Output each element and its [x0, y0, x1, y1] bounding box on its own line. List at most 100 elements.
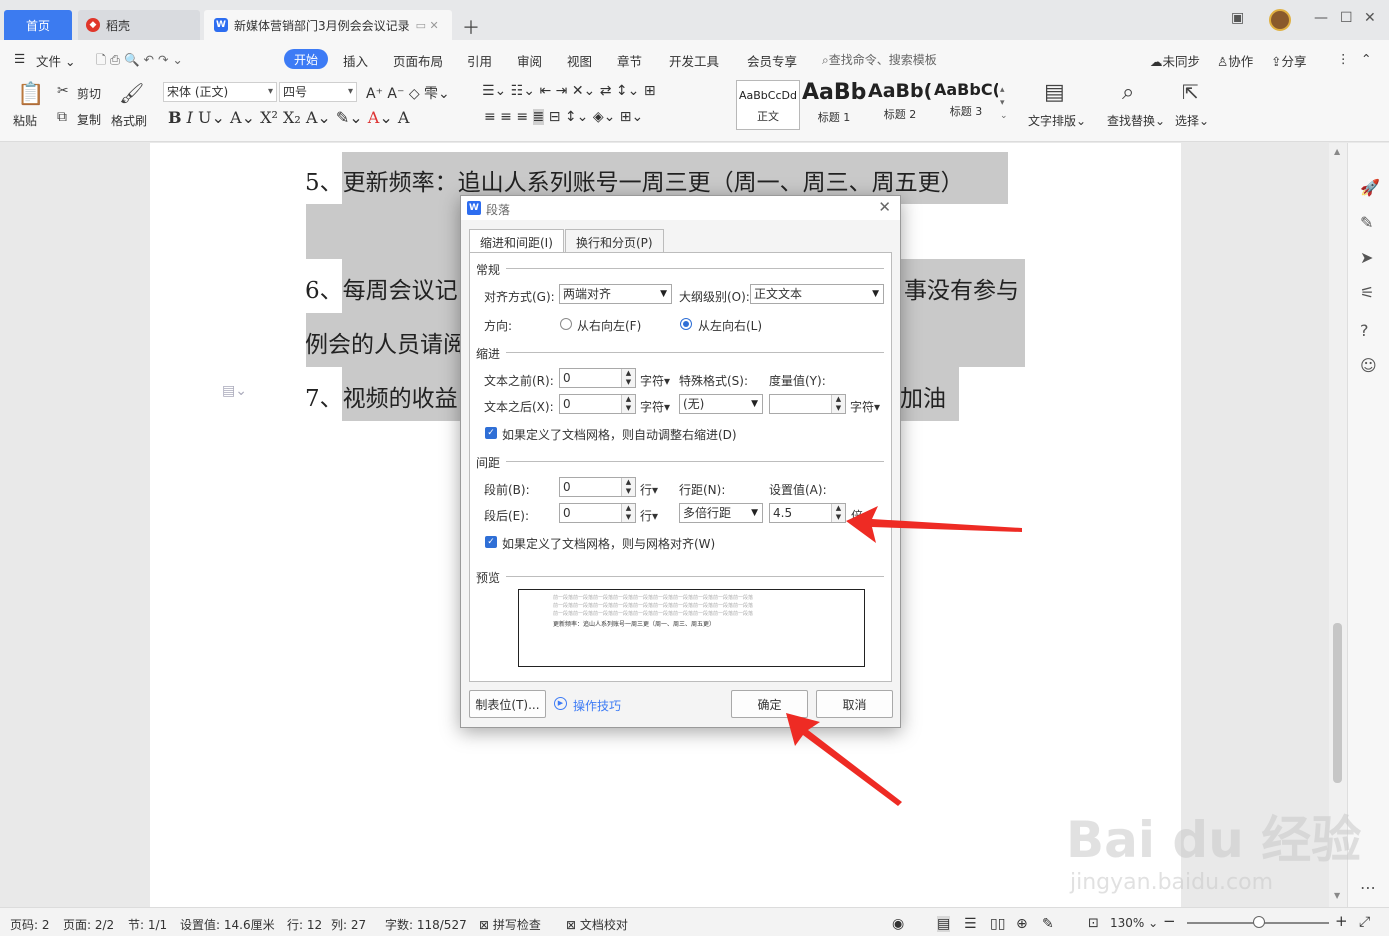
command-search[interactable]: ⌕查找命令、搜索模板 — [822, 51, 937, 68]
before-text-input[interactable]: 0 ▲ ▼ — [559, 368, 636, 388]
spinner-arrows-icon[interactable]: ▲ ▼ — [621, 369, 635, 387]
line-spacing-select[interactable]: 多倍行距 ▼ — [679, 503, 763, 523]
zoom-level[interactable]: 130% ⌄ — [1110, 916, 1158, 930]
robot-icon[interactable]: ☺ — [1360, 356, 1377, 375]
zoom-in-icon[interactable]: + — [1335, 912, 1348, 930]
collab-button[interactable]: ♙协作 — [1217, 51, 1253, 70]
status-setting[interactable]: 设置值: 14.6厘米 — [180, 916, 275, 933]
dialog-title-bar[interactable]: W 段落 ✕ — [461, 196, 900, 220]
share-button[interactable]: ⇪分享 — [1271, 51, 1307, 70]
grid-align-label[interactable]: 如果定义了文档网格，则与网格对齐(W) — [502, 535, 715, 552]
menu-review[interactable]: 审阅 — [517, 51, 542, 70]
rocket-icon[interactable]: 🚀 — [1360, 178, 1380, 197]
menu-member[interactable]: 会员专享 — [747, 51, 797, 70]
spinner-arrows-icon[interactable]: ▲ ▼ — [621, 504, 635, 522]
style-heading-2[interactable]: AaBb( 标题 2 — [868, 80, 932, 130]
spell-check-button[interactable]: ⊠ 拼写检查 — [479, 916, 541, 933]
cancel-button[interactable]: 取消 — [816, 690, 893, 718]
fit-page-icon[interactable]: ⊡ — [1088, 916, 1099, 931]
dialog-close-icon[interactable]: ✕ — [878, 198, 891, 216]
status-section[interactable]: 节: 1/1 — [128, 916, 167, 933]
spinner-arrows-icon[interactable]: ▲ ▼ — [621, 478, 635, 496]
spinner-arrows-icon[interactable]: ▲ ▼ — [621, 395, 635, 413]
magnifier-icon[interactable]: ⌕ — [1122, 80, 1134, 105]
menu-reference[interactable]: 引用 — [467, 51, 492, 70]
cursor-icon[interactable]: ➤ — [1360, 248, 1373, 267]
eye-icon[interactable]: ◉ — [892, 916, 904, 932]
menu-start[interactable]: 开始 — [284, 49, 328, 69]
menu-file[interactable]: 文件 ⌄ — [36, 51, 75, 70]
rtl-radio[interactable] — [560, 318, 572, 330]
outline-select[interactable]: 正文文本 ▼ — [750, 284, 884, 304]
menu-chapter[interactable]: 章节 — [617, 51, 642, 70]
read-view-icon[interactable]: ▯▯ — [990, 916, 1005, 932]
maximize-icon[interactable]: ☐ — [1340, 10, 1353, 26]
style-heading-3[interactable]: AaBbC( 标题 3 — [934, 80, 998, 130]
web-view-icon[interactable]: ⊕ — [1016, 916, 1028, 932]
tab-line-page-break[interactable]: 换行和分页(P) — [565, 229, 664, 253]
unit-char-select[interactable]: 字符▾ — [640, 398, 670, 415]
paste-button[interactable]: 粘贴 — [13, 112, 37, 129]
quick-access-icons[interactable]: 🗋 ⎙ 🔍 ↶ ↷ ⌄ — [96, 51, 183, 72]
hamburger-icon[interactable]: ☰ — [14, 51, 25, 66]
unit-line-select[interactable]: 行▾ — [640, 507, 658, 524]
ltr-label[interactable]: 从左向右(L) — [698, 317, 762, 334]
text-layout-icon[interactable]: ▤ — [1044, 80, 1065, 105]
collapse-ribbon-icon[interactable]: ⌃ — [1361, 51, 1371, 66]
tab-daoke[interactable]: ◆ 稻壳 — [78, 10, 200, 40]
copy-button[interactable]: 复制 — [77, 111, 101, 128]
text-layout-button[interactable]: 文字排版⌄ — [1028, 112, 1086, 129]
format-painter-button[interactable]: 格式刷 — [111, 112, 147, 129]
menu-insert[interactable]: 插入 — [343, 51, 368, 70]
ltr-radio[interactable] — [680, 318, 692, 330]
cut-button[interactable]: 剪切 — [77, 85, 101, 102]
style-heading-1[interactable]: AaBb 标题 1 — [802, 80, 866, 130]
menu-devtools[interactable]: 开发工具 — [669, 51, 719, 70]
new-tab-plus-icon[interactable]: ＋ — [462, 14, 480, 40]
pen-icon[interactable]: ✎ — [1360, 213, 1373, 232]
font-size-tools-icon[interactable]: A⁺ A⁻ ◇ 雫⌄ — [366, 83, 450, 103]
after-input[interactable]: 0 ▲ ▼ — [559, 503, 636, 523]
outline-view-icon[interactable]: ☰ — [964, 916, 977, 932]
unit-char-select[interactable]: 字符▾ — [850, 398, 880, 415]
list-tools-icons[interactable]: ☰⌄ ☷⌄ ⇤ ⇥ ✕⌄ ⇄ ↕⌄ ⊞ — [482, 83, 656, 99]
tab-document[interactable]: W 新媒体营销部门3月例会会议记录 ▭ ✕ — [204, 10, 452, 40]
auto-indent-label[interactable]: 如果定义了文档网格，则自动调整右缩进(D) — [502, 426, 737, 443]
set-value-input[interactable]: 4.5 ▲ ▼ — [769, 503, 846, 523]
sliders-icon[interactable]: ⚟ — [1360, 283, 1374, 302]
align-select[interactable]: 两端对齐 ▼ — [559, 284, 672, 304]
scroll-down-icon[interactable]: ▼ — [1334, 891, 1340, 900]
help-icon[interactable]: ? — [1360, 321, 1369, 340]
scroll-up-icon[interactable]: ▲ — [1334, 147, 1340, 156]
doc-proof-button[interactable]: ⊠ 文档校对 — [566, 916, 628, 933]
play-icon[interactable]: ▶ — [554, 697, 567, 710]
status-row[interactable]: 行: 12 — [287, 916, 322, 933]
unit-char-select[interactable]: 字符▾ — [640, 372, 670, 389]
spinner-arrows-icon[interactable]: ▲ ▼ — [831, 504, 845, 522]
tabs-button[interactable]: 制表位(T)... — [469, 690, 546, 718]
font-name-select[interactable]: 宋体 (正文) — [163, 82, 277, 102]
tab-close-icon[interactable]: ▭ ✕ — [416, 19, 439, 32]
tab-indent-spacing[interactable]: 缩进和间距(I) — [469, 229, 564, 253]
vertical-scrollbar[interactable]: ▲ ▼ — [1329, 143, 1347, 907]
avatar[interactable] — [1269, 9, 1291, 31]
unit-line-select[interactable]: 行▾ — [640, 481, 658, 498]
style-normal[interactable]: AaBbCcDd 正文 — [736, 80, 800, 130]
status-words[interactable]: 字数: 118/527 — [385, 916, 467, 933]
select-button[interactable]: 选择⌄ — [1175, 112, 1209, 129]
auto-indent-checkbox[interactable]: ✓ — [485, 427, 497, 439]
before-input[interactable]: 0 ▲ ▼ — [559, 477, 636, 497]
tips-link[interactable]: 操作技巧 — [573, 697, 621, 714]
ok-button[interactable]: 确定 — [731, 690, 808, 718]
rtl-label[interactable]: 从右向左(F) — [577, 317, 641, 334]
text-format-icons[interactable]: B I U⌄ A⌄ X² X₂ A⌄ ✎⌄ A⌄ A — [168, 108, 409, 127]
status-page[interactable]: 页码: 2 — [10, 916, 50, 933]
measure-input[interactable]: ▲ ▼ — [769, 394, 846, 414]
zoom-out-icon[interactable]: − — [1163, 912, 1176, 930]
scissors-icon[interactable]: ✂ — [57, 83, 69, 99]
grid-align-checkbox[interactable]: ✓ — [485, 536, 497, 548]
paste-icon[interactable]: 📋 — [17, 82, 44, 107]
more-icon[interactable]: ⋮ — [1337, 51, 1350, 66]
cursor-select-icon[interactable]: ⇱ — [1182, 80, 1199, 104]
page-view-icon[interactable]: ▤ — [937, 916, 951, 932]
